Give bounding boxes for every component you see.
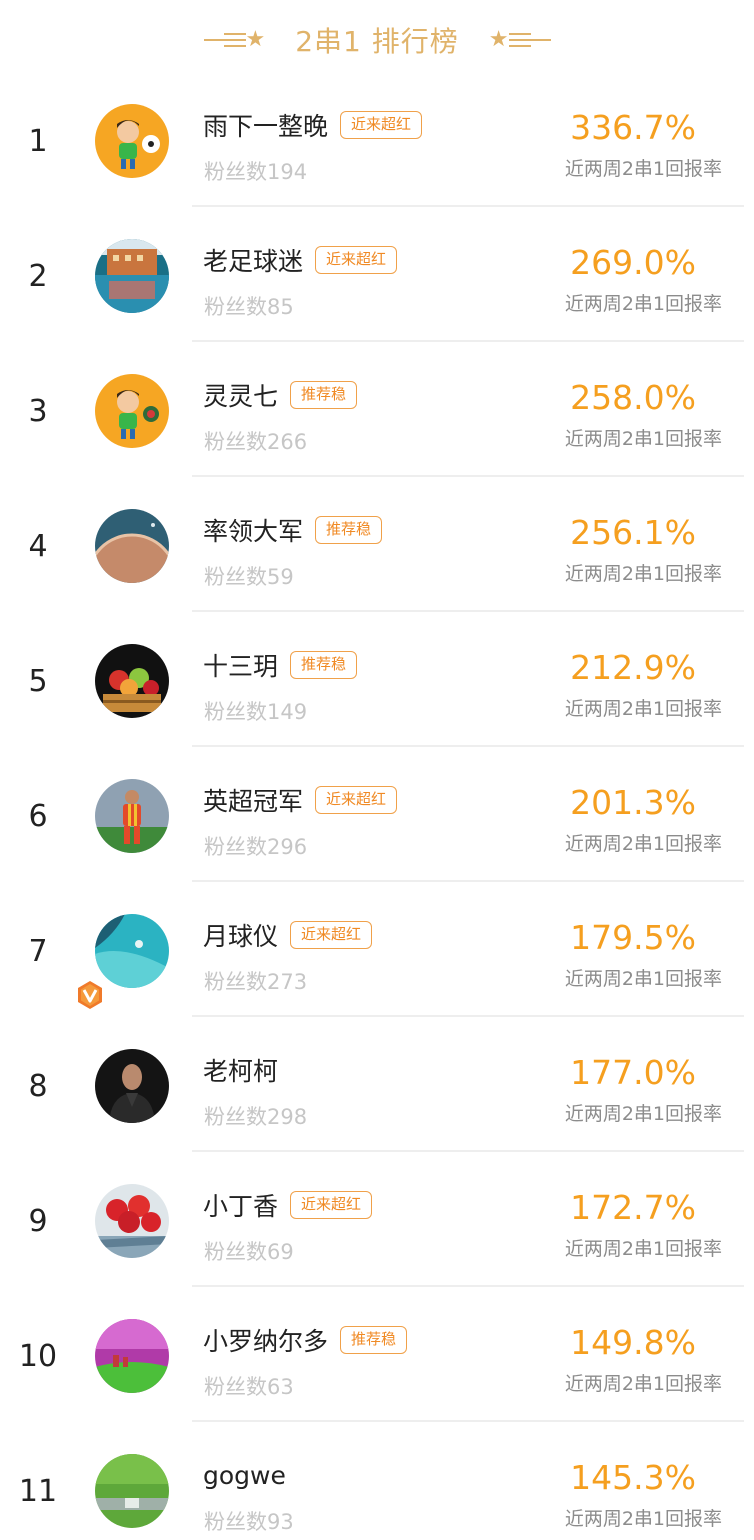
ranking-list: 1 雨下一整晚 近来超红 粉丝数194 336.7% 近两周2串1回报率 2 老… bbox=[0, 72, 754, 1540]
user-name[interactable]: 十三玥 bbox=[203, 647, 278, 683]
user-name[interactable]: 小罗纳尔多 bbox=[203, 1322, 328, 1358]
return-rate-label: 近两周2串1回报率 bbox=[564, 833, 722, 855]
ranking-row[interactable]: 4 率领大军 推荐稳 粉丝数59 256.1% 近两周2串1回报率 bbox=[0, 477, 754, 612]
ranking-row[interactable]: 1 雨下一整晚 近来超红 粉丝数194 336.7% 近两周2串1回报率 bbox=[0, 72, 754, 207]
grass-field-avatar[interactable] bbox=[95, 1454, 169, 1528]
return-rate: 177.0% bbox=[570, 1053, 696, 1092]
status-badge: 近来超红 bbox=[290, 921, 373, 949]
ranking-row[interactable]: 9 小丁香 近来超红 粉丝数69 172.7% 近两周2串1回报率 bbox=[0, 1152, 754, 1287]
return-rate: 149.8% bbox=[570, 1323, 696, 1362]
user-name[interactable]: 月球仪 bbox=[203, 917, 278, 953]
status-badge: 近来超红 bbox=[315, 246, 398, 274]
return-rate: 258.0% bbox=[570, 378, 696, 417]
return-rate: 212.9% bbox=[570, 648, 696, 687]
fans-count: 粉丝数149 bbox=[204, 700, 308, 724]
purple-sky-landscape-avatar[interactable] bbox=[95, 1319, 169, 1393]
ranking-row[interactable]: 6 英超冠军 近来超红 粉丝数296 201.3% 近两周2串1回报率 bbox=[0, 747, 754, 882]
fans-count: 粉丝数69 bbox=[204, 1240, 294, 1264]
status-badge: 近来超红 bbox=[315, 786, 398, 814]
rank-number: 2 bbox=[28, 259, 48, 294]
return-rate: 201.3% bbox=[570, 783, 696, 822]
return-rate-label: 近两周2串1回报率 bbox=[564, 1238, 722, 1260]
rank-number: 1 bbox=[28, 124, 48, 159]
rank-number: 4 bbox=[28, 529, 48, 564]
return-rate-label: 近两周2串1回报率 bbox=[564, 1103, 722, 1125]
fans-count: 粉丝数296 bbox=[204, 835, 308, 859]
rank-number: 9 bbox=[28, 1204, 48, 1239]
user-name[interactable]: 灵灵七 bbox=[203, 377, 278, 413]
verified-badge-icon bbox=[76, 980, 104, 1010]
man-portrait-avatar[interactable] bbox=[95, 1049, 169, 1123]
ranking-row[interactable]: 10 小罗纳尔多 推荐稳 粉丝数63 149.8% 近两周2串1回报率 bbox=[0, 1287, 754, 1422]
user-name[interactable]: 雨下一整晚 bbox=[203, 107, 328, 143]
ranking-row[interactable]: 2 老足球迷 近来超红 粉丝数85 269.0% 近两周2串1回报率 bbox=[0, 207, 754, 342]
ranking-page: ★ 2串1 排行榜 ★ 1 雨下一整晚 近来超红 粉丝数194 336.7% 近… bbox=[0, 0, 754, 1540]
return-rate-label: 近两周2串1回报率 bbox=[564, 1373, 722, 1395]
status-badge: 近来超红 bbox=[340, 111, 423, 139]
rank-number: 8 bbox=[28, 1069, 48, 1104]
status-badge: 推荐稳 bbox=[290, 381, 358, 409]
return-rate-label: 近两周2串1回报率 bbox=[564, 698, 722, 720]
return-rate-label: 近两周2串1回报率 bbox=[564, 968, 722, 990]
fans-count: 粉丝数194 bbox=[204, 160, 308, 184]
fans-count: 粉丝数85 bbox=[204, 295, 294, 319]
header-decoration-right: ★ bbox=[489, 29, 551, 51]
return-rate-label: 近两周2串1回报率 bbox=[564, 158, 722, 180]
star-icon: ★ bbox=[245, 27, 266, 52]
user-name[interactable]: 英超冠军 bbox=[203, 782, 303, 818]
ranking-row[interactable]: 5 十三玥 推荐稳 粉丝数149 212.9% 近两周2串1回报率 bbox=[0, 612, 754, 747]
star-icon: ★ bbox=[488, 27, 509, 52]
fans-count: 粉丝数63 bbox=[204, 1375, 294, 1399]
ocean-aerial-avatar[interactable] bbox=[95, 914, 169, 988]
user-name[interactable]: 小丁香 bbox=[203, 1187, 278, 1223]
ranking-row[interactable]: 7 月球仪 近来超红 粉丝数273 179.5% 近两周2串1回报率 bbox=[0, 882, 754, 1017]
fans-count: 粉丝数266 bbox=[204, 430, 308, 454]
return-rate-label: 近两周2串1回报率 bbox=[564, 293, 722, 315]
user-name[interactable]: 老柯柯 bbox=[203, 1052, 278, 1088]
fruit-basket-avatar[interactable] bbox=[95, 644, 169, 718]
return-rate: 172.7% bbox=[570, 1188, 696, 1227]
rank-number: 3 bbox=[28, 394, 48, 429]
status-badge: 推荐稳 bbox=[290, 651, 358, 679]
return-rate-label: 近两周2串1回报率 bbox=[564, 1508, 722, 1530]
return-rate: 269.0% bbox=[570, 243, 696, 282]
status-badge: 推荐稳 bbox=[340, 1326, 408, 1354]
planet-avatar[interactable] bbox=[95, 509, 169, 583]
rank-number: 5 bbox=[28, 664, 48, 699]
building-reflection-avatar[interactable] bbox=[95, 239, 169, 313]
cartoon-soccer-boy-avatar[interactable] bbox=[95, 104, 169, 178]
strawberries-avatar[interactable] bbox=[95, 1184, 169, 1258]
return-rate-label: 近两周2串1回报率 bbox=[564, 563, 722, 585]
fans-count: 粉丝数59 bbox=[204, 565, 294, 589]
return-rate-label: 近两周2串1回报率 bbox=[564, 428, 722, 450]
return-rate: 336.7% bbox=[570, 108, 696, 147]
page-title: 2串1 排行榜 bbox=[295, 25, 459, 58]
ranking-row[interactable]: 11 gogwe 粉丝数93 145.3% 近两周2串1回报率 bbox=[0, 1422, 754, 1540]
user-name[interactable]: 率领大军 bbox=[203, 512, 303, 548]
header-decoration-left: ★ bbox=[203, 27, 266, 52]
rank-number: 10 bbox=[18, 1339, 58, 1374]
fans-count: 粉丝数93 bbox=[204, 1510, 294, 1534]
rank-number: 11 bbox=[18, 1474, 58, 1509]
return-rate: 179.5% bbox=[570, 918, 696, 957]
user-name[interactable]: gogwe bbox=[203, 1461, 286, 1490]
return-rate: 145.3% bbox=[570, 1458, 696, 1497]
return-rate: 256.1% bbox=[570, 513, 696, 552]
fans-count: 粉丝数298 bbox=[204, 1105, 308, 1129]
rank-number: 6 bbox=[28, 799, 48, 834]
cartoon-soccer-boy-avatar[interactable] bbox=[95, 374, 169, 448]
status-badge: 近来超红 bbox=[290, 1191, 373, 1219]
status-badge: 推荐稳 bbox=[315, 516, 383, 544]
fans-count: 粉丝数273 bbox=[204, 970, 308, 994]
ranking-header: ★ 2串1 排行榜 ★ bbox=[0, 0, 754, 80]
soccer-player-avatar[interactable] bbox=[95, 779, 169, 853]
rank-number: 7 bbox=[28, 934, 48, 969]
ranking-row[interactable]: 3 灵灵七 推荐稳 粉丝数266 258.0% 近两周2串1回报率 bbox=[0, 342, 754, 477]
ranking-row[interactable]: 8 老柯柯 粉丝数298 177.0% 近两周2串1回报率 bbox=[0, 1017, 754, 1152]
user-name[interactable]: 老足球迷 bbox=[203, 242, 303, 278]
